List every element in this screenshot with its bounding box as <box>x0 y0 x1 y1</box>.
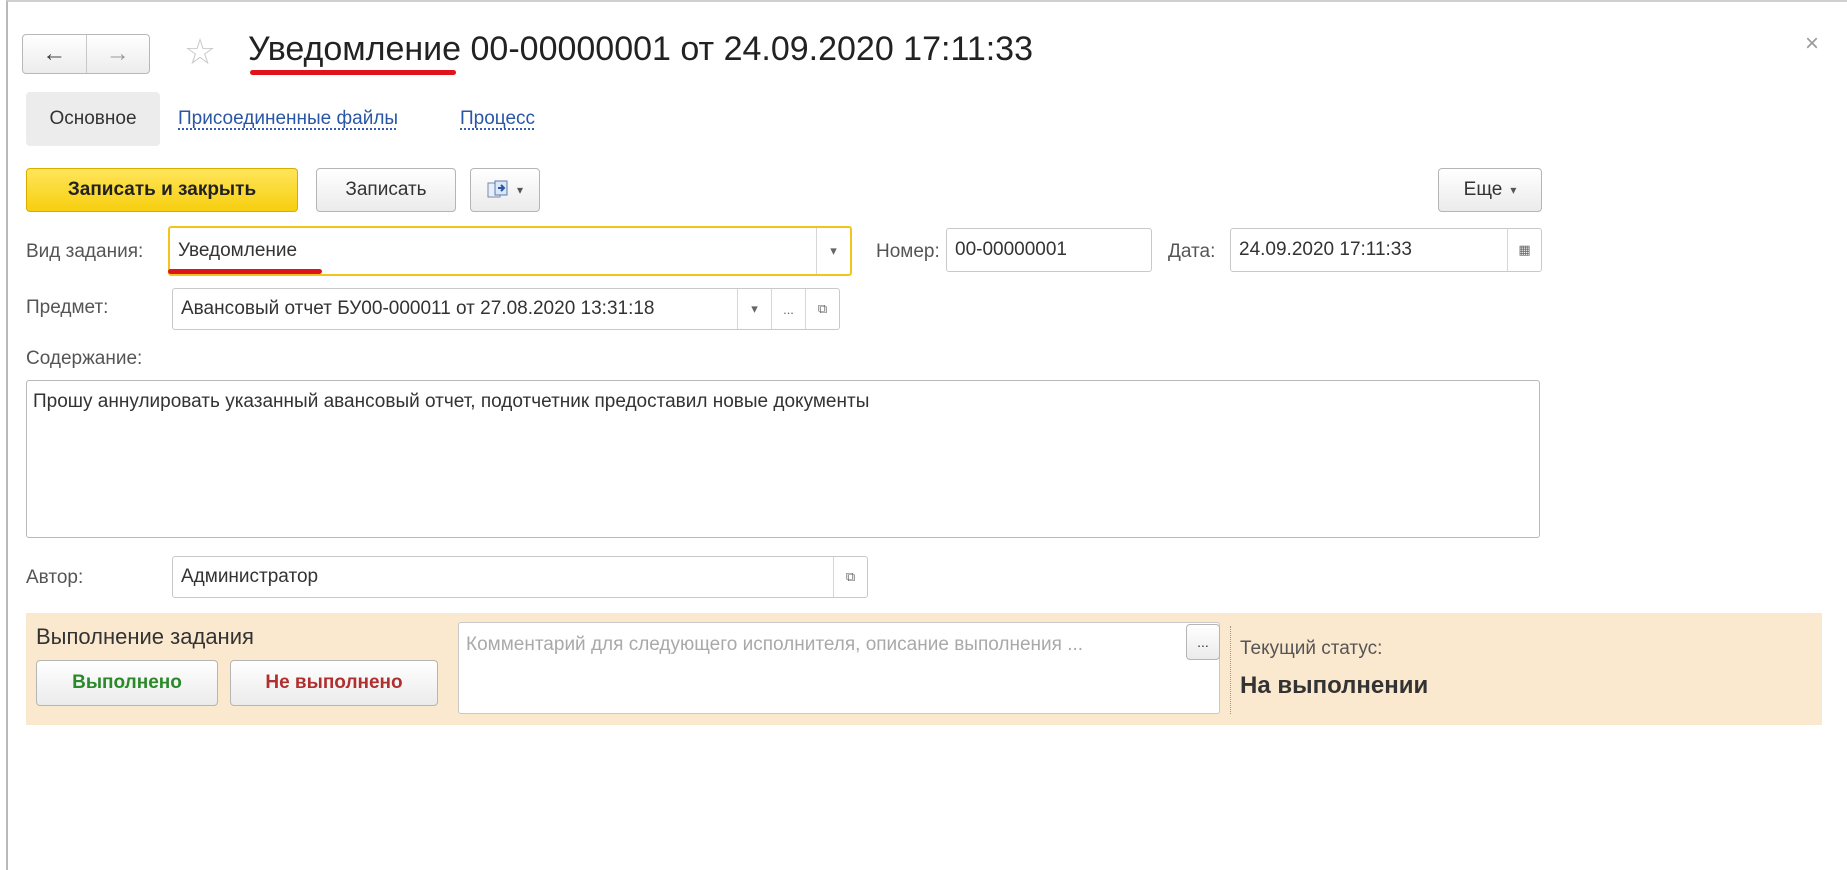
more-label: Еще <box>1463 179 1503 200</box>
tab-attached-files[interactable]: Присоединенные файлы <box>178 108 398 130</box>
tab-process[interactable]: Процесс <box>460 108 535 130</box>
task-type-red-underline <box>168 269 322 274</box>
number-field[interactable]: 00-00000001 <box>946 228 1152 272</box>
open-icon[interactable]: ⧉ <box>805 289 839 329</box>
done-button[interactable]: Выполнено <box>36 660 218 706</box>
number-value: 00-00000001 <box>955 239 1067 260</box>
number-label: Номер: <box>876 241 940 262</box>
tab-main[interactable]: Основное <box>26 92 160 146</box>
title-red-underline <box>250 70 456 75</box>
more-button[interactable]: Еще ▾ <box>1438 168 1542 212</box>
star-icon[interactable]: ☆ <box>180 32 220 72</box>
navigation-buttons: ← → <box>22 34 150 74</box>
back-button[interactable]: ← <box>23 35 86 73</box>
author-field[interactable]: Администратор ⧉ <box>172 556 868 598</box>
comment-placeholder: Комментарий для следующего исполнителя, … <box>466 634 1084 655</box>
execution-title: Выполнение задания <box>36 624 254 649</box>
not-done-button[interactable]: Не выполнено <box>230 660 438 706</box>
date-value: 24.09.2020 17:11:33 <box>1239 239 1412 260</box>
arrow-right-icon: → <box>105 40 130 67</box>
save-and-close-button[interactable]: Записать и закрыть <box>26 168 298 212</box>
chevron-down-icon[interactable]: ▾ <box>816 228 850 274</box>
subject-field[interactable]: Авансовый отчет БУ00-000011 от 27.08.202… <box>172 288 840 330</box>
close-icon[interactable]: × <box>1805 30 1819 58</box>
chevron-down-icon[interactable]: ▾ <box>737 289 771 329</box>
date-field[interactable]: 24.09.2020 17:11:33 ▦ <box>1230 228 1542 272</box>
subject-label: Предмет: <box>26 297 109 318</box>
author-label: Автор: <box>26 567 84 588</box>
send-dropdown-button[interactable]: ▾ <box>470 168 540 212</box>
current-status-label: Текущий статус: <box>1240 638 1383 659</box>
task-type-value: Уведомление <box>178 240 298 261</box>
author-value: Администратор <box>181 566 319 587</box>
forward-button[interactable]: → <box>85 35 150 73</box>
save-button[interactable]: Записать <box>316 168 456 212</box>
calendar-icon[interactable]: ▦ <box>1507 229 1541 271</box>
task-type-label: Вид задания: <box>26 241 144 262</box>
status-separator <box>1230 626 1231 714</box>
current-status-value: На выполнении <box>1240 672 1429 699</box>
select-ellipsis-button[interactable]: ... <box>771 289 805 329</box>
date-label: Дата: <box>1168 241 1216 262</box>
comment-ellipsis-button[interactable]: ... <box>1186 624 1220 660</box>
content-textarea[interactable] <box>26 380 1540 538</box>
send-icon <box>487 180 508 198</box>
arrow-left-icon: ← <box>42 40 67 67</box>
subject-value: Авансовый отчет БУ00-000011 от 27.08.202… <box>181 298 655 319</box>
chevron-down-icon: ▾ <box>516 183 524 197</box>
content-label: Содержание: <box>26 348 143 369</box>
open-icon[interactable]: ⧉ <box>833 557 867 597</box>
chevron-down-icon: ▾ <box>1510 183 1517 197</box>
page-title: Уведомление 00-00000001 от 24.09.2020 17… <box>248 30 1034 68</box>
